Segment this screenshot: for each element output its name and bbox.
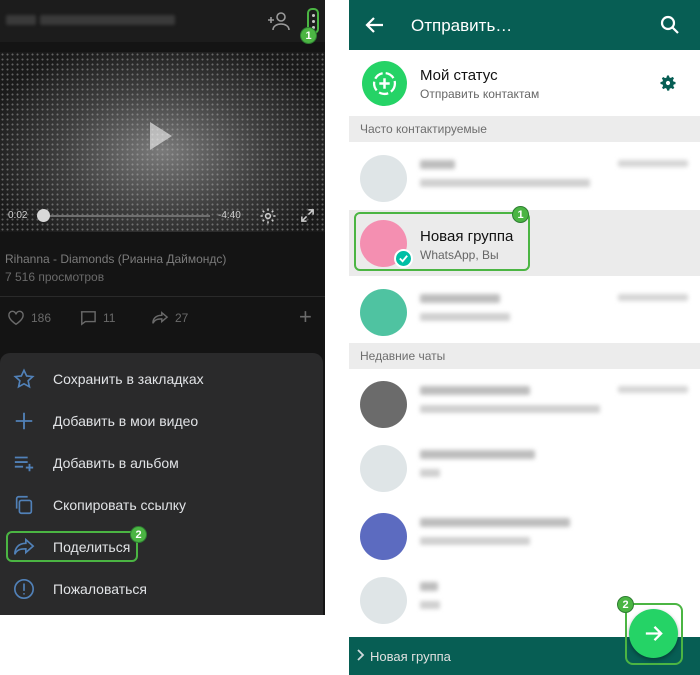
- section-frequent: Часто контактируемые: [349, 116, 700, 142]
- blurred-chat-preview: [420, 537, 530, 545]
- contact-row[interactable]: [349, 146, 700, 209]
- video-progress-knob[interactable]: [37, 209, 50, 222]
- blurred-chat-preview: [420, 405, 600, 413]
- blurred-chat-preview: [420, 469, 440, 477]
- avatar: [360, 289, 407, 336]
- comment-icon: [80, 311, 96, 326]
- fullscreen-icon[interactable]: [300, 208, 315, 223]
- divider: [0, 296, 325, 297]
- video-title[interactable]: Rihanna - Diamonds (Рианна Даймондс): [5, 252, 226, 266]
- avatar: [360, 445, 407, 492]
- blurred-chat-preview: [420, 601, 440, 609]
- add-friend-icon[interactable]: [267, 10, 291, 32]
- like-count: 186: [31, 311, 52, 325]
- comment-stat[interactable]: 11: [79, 310, 115, 326]
- heart-icon: [8, 310, 24, 326]
- menu-item-bookmark[interactable]: Сохранить в закладках: [0, 359, 323, 399]
- send-button[interactable]: [629, 609, 678, 658]
- blurred-contact-meta: [618, 294, 688, 301]
- blurred-chat-meta: [618, 386, 688, 393]
- status-avatar: [362, 61, 407, 106]
- options-sheet: Сохранить в закладках Добавить в мои вид…: [0, 353, 323, 615]
- plus-icon: [15, 412, 33, 430]
- menu-item-report[interactable]: Пожаловаться: [0, 569, 323, 609]
- vk-top-bar: 1: [0, 0, 325, 44]
- blurred-channel-name: [40, 15, 175, 25]
- video-settings-icon[interactable]: [259, 207, 277, 225]
- share-highlight-frame: [6, 531, 138, 562]
- status-name: Мой статус: [420, 67, 498, 84]
- dot: [312, 20, 315, 23]
- blurred-chat-name: [420, 518, 570, 527]
- plus-icon: [379, 78, 390, 89]
- step-badge-2-right: 2: [617, 596, 634, 613]
- avatar: [360, 577, 407, 624]
- blurred-contact-name: [420, 160, 455, 169]
- step-badge-1-left: 1: [300, 27, 317, 44]
- menu-label: Добавить в альбом: [53, 455, 179, 471]
- menu-label: Скопировать ссылку: [53, 497, 187, 513]
- chevron-right-icon: [357, 649, 365, 661]
- search-icon[interactable]: [660, 15, 680, 35]
- blurred-contact-status: [420, 313, 510, 321]
- step-badge-2-left: 2: [130, 526, 147, 543]
- comment-count: 11: [103, 311, 116, 325]
- add-icon[interactable]: +: [299, 306, 312, 328]
- avatar: [360, 155, 407, 202]
- screenshot-stage: 1 0:02 -4:40 Rihanna - Diamonds (Рианна …: [0, 0, 700, 675]
- play-icon[interactable]: [150, 122, 172, 150]
- blurred-contact-name: [420, 294, 500, 303]
- back-arrow-icon[interactable]: [365, 15, 385, 35]
- blurred-chat-name: [420, 582, 438, 591]
- repost-count: 27: [175, 311, 189, 325]
- menu-label: Добавить в мои видео: [53, 413, 199, 429]
- star-icon: [13, 368, 35, 389]
- group-highlight-frame: [354, 212, 530, 271]
- menu-item-copy-link[interactable]: Скопировать ссылку: [0, 485, 323, 525]
- blurred-contact-meta: [618, 160, 688, 167]
- chat-row[interactable]: [349, 504, 700, 567]
- whatsapp-share-screen: Отправить… Мой статус Отправить контакта…: [349, 0, 700, 675]
- video-time-current: 0:02: [8, 210, 28, 221]
- like-stat[interactable]: 186: [7, 310, 51, 326]
- dot: [312, 14, 315, 17]
- blurred-chat-name: [420, 386, 530, 395]
- contact-row[interactable]: [349, 280, 700, 343]
- arrow-right-icon: [645, 625, 663, 642]
- status-subtitle: Отправить контактам: [420, 87, 540, 101]
- avatar: [360, 513, 407, 560]
- video-progress-track[interactable]: [40, 215, 210, 217]
- copy-icon: [15, 495, 33, 515]
- blurred-chat-name: [420, 450, 535, 459]
- playlist-add-icon: [14, 456, 34, 472]
- wa-header: Отправить…: [349, 0, 700, 50]
- menu-label: Сохранить в закладках: [53, 371, 204, 387]
- selected-recipient: Новая группа: [370, 649, 451, 664]
- section-recent: Недавние чаты: [349, 343, 700, 369]
- repost-stat[interactable]: 27: [151, 310, 188, 326]
- repost-icon: [152, 311, 169, 324]
- video-player[interactable]: [0, 52, 325, 232]
- avatar: [360, 381, 407, 428]
- wa-header-title: Отправить…: [411, 16, 513, 35]
- blurred-avatar: [6, 15, 36, 25]
- video-time-remaining: -4:40: [218, 210, 241, 221]
- report-icon: [14, 579, 34, 599]
- my-status-row[interactable]: Мой статус Отправить контактам: [349, 50, 700, 116]
- menu-item-add-video[interactable]: Добавить в мои видео: [0, 401, 323, 441]
- step-badge-1-right: 1: [512, 206, 529, 223]
- menu-item-add-album[interactable]: Добавить в альбом: [0, 443, 323, 483]
- gear-icon[interactable]: [658, 73, 678, 93]
- menu-label: Пожаловаться: [53, 581, 148, 597]
- vk-video-screen: 1 0:02 -4:40 Rihanna - Diamonds (Рианна …: [0, 0, 325, 615]
- blurred-contact-status: [420, 179, 590, 187]
- chat-row[interactable]: [349, 372, 700, 435]
- chat-row[interactable]: [349, 436, 700, 499]
- video-views: 7 516 просмотров: [5, 270, 105, 284]
